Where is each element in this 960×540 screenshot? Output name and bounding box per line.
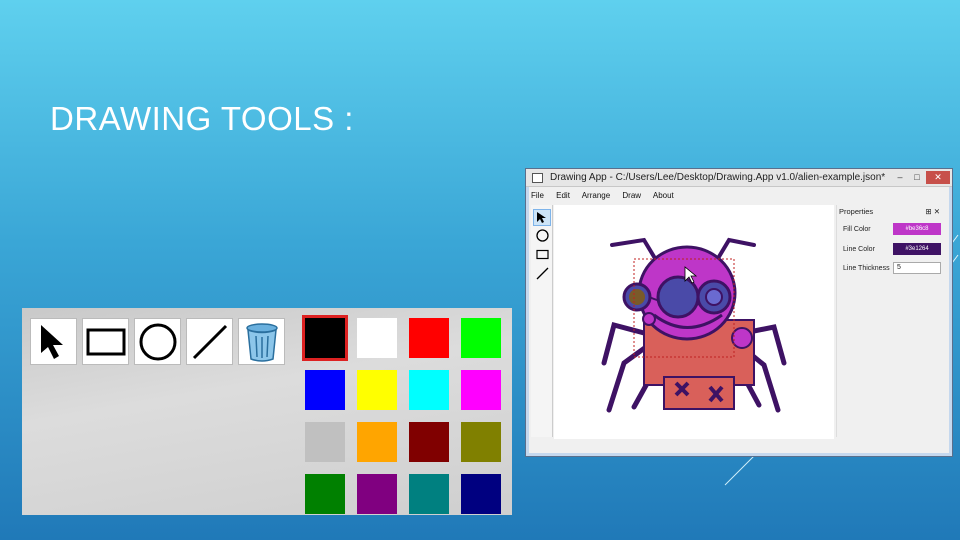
status-bar	[531, 446, 947, 454]
properties-header: Properties ⊞ ✕	[837, 207, 944, 217]
alien-drawing	[601, 237, 787, 413]
circle-tool-button[interactable]	[134, 318, 181, 365]
circle-icon	[139, 323, 176, 360]
color-swatch-yellow[interactable]	[357, 370, 397, 410]
color-swatch-red[interactable]	[409, 318, 449, 358]
color-swatch-cyan[interactable]	[409, 370, 449, 410]
menu-arrange[interactable]: Arrange	[582, 191, 610, 200]
color-swatch-white[interactable]	[357, 318, 397, 358]
app-icon	[532, 173, 543, 183]
rectangle-tool-icon	[535, 249, 549, 260]
properties-panel: Properties ⊞ ✕ Fill Color #be36c8 Line C…	[836, 205, 944, 437]
color-swatch-magenta[interactable]	[461, 370, 501, 410]
circle-tool-icon	[535, 229, 549, 242]
fill-color-label: Fill Color	[843, 226, 871, 233]
color-swatch-black[interactable]	[302, 315, 348, 361]
slide-title: DRAWING TOOLS :	[50, 100, 354, 137]
menu-bar: File Edit Arrange Draw About	[531, 189, 947, 203]
trash-bin-icon	[245, 322, 278, 362]
color-swatch-purple[interactable]	[357, 474, 397, 514]
color-swatch-maroon[interactable]	[409, 422, 449, 462]
color-swatch-teal[interactable]	[409, 474, 449, 514]
rectangle-tool[interactable]	[533, 246, 551, 263]
color-swatch-orange[interactable]	[357, 422, 397, 462]
menu-file[interactable]: File	[531, 191, 544, 200]
window-titlebar[interactable]: Drawing App - C:/Users/Lee/Desktop/Drawi…	[526, 169, 952, 187]
menu-edit[interactable]: Edit	[556, 191, 570, 200]
minimize-button[interactable]: –	[892, 171, 908, 184]
line-thickness-label: Line Thickness	[843, 265, 890, 272]
rectangle-icon	[86, 328, 125, 355]
line-icon	[192, 324, 227, 359]
color-swatch-silver[interactable]	[305, 422, 345, 462]
pointer-tool-button[interactable]	[30, 318, 77, 365]
delete-tool-button[interactable]	[238, 318, 285, 365]
menu-about[interactable]: About	[653, 191, 674, 200]
panel-pin-close-icons[interactable]: ⊞ ✕	[925, 207, 940, 217]
pointer-icon	[537, 212, 546, 223]
drawing-app-window: Drawing App - C:/Users/Lee/Desktop/Drawi…	[525, 168, 953, 457]
line-color-label: Line Color	[843, 246, 875, 253]
line-tool-icon	[536, 267, 548, 280]
menu-draw[interactable]: Draw	[622, 191, 641, 200]
line-color-value[interactable]: #3e1264	[893, 243, 941, 255]
line-tool-button[interactable]	[186, 318, 233, 365]
circle-tool[interactable]	[533, 227, 551, 244]
color-swatch-green[interactable]	[305, 474, 345, 514]
drawing-canvas[interactable]	[554, 205, 834, 439]
close-button[interactable]: ✕	[926, 171, 950, 184]
line-tool[interactable]	[533, 265, 551, 282]
color-swatch-navy[interactable]	[461, 474, 501, 514]
tool-strip	[531, 205, 553, 437]
pointer-arrow-icon	[40, 324, 63, 359]
maximize-button[interactable]: □	[909, 171, 925, 184]
window-title: Drawing App - C:/Users/Lee/Desktop/Drawi…	[550, 172, 886, 183]
tool-palette	[22, 308, 512, 515]
properties-title: Properties	[839, 207, 874, 216]
line-thickness-input[interactable]: 5	[893, 262, 941, 274]
color-swatch-lime[interactable]	[461, 318, 501, 358]
fill-color-value[interactable]: #be36c8	[893, 223, 941, 235]
rectangle-tool-button[interactable]	[82, 318, 129, 365]
color-swatch-blue[interactable]	[305, 370, 345, 410]
pointer-tool[interactable]	[533, 209, 551, 226]
color-swatch-olive[interactable]	[461, 422, 501, 462]
